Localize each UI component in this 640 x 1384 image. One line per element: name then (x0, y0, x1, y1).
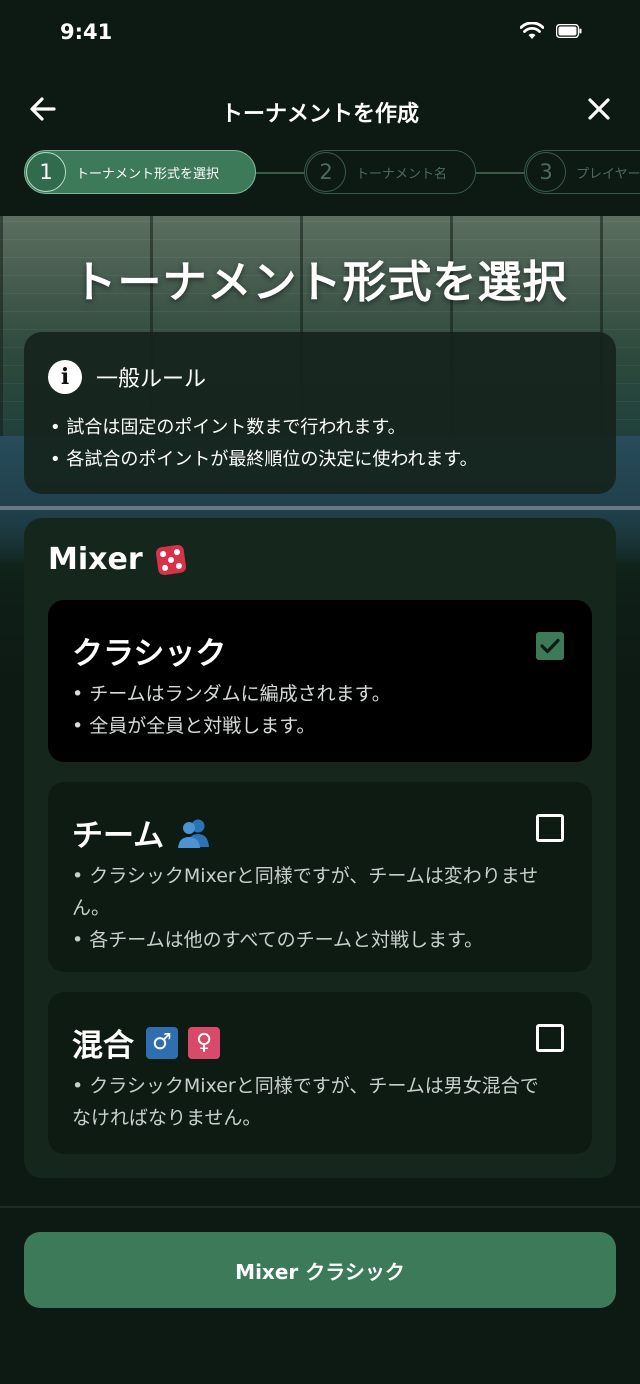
checkbox-unchecked[interactable] (536, 814, 564, 842)
step-label: トーナメント形式を選択 (76, 166, 220, 182)
status-icons (520, 22, 582, 40)
rules-item: • 試合は固定のポイント数まで行われます。 (50, 417, 406, 438)
info-icon: i (48, 360, 82, 394)
wifi-icon (520, 22, 544, 39)
option-desc-line: • 各チームは他のすべてのチームと対戦します。 (72, 929, 484, 951)
page-title: トーナメントを作成 (220, 102, 419, 127)
option-desc-line: • クラシックMixerと同様ですが、チームは変わりません。 (72, 865, 539, 919)
option-title-text: 混合 (72, 1028, 134, 1064)
rules-header: i 一般ルール (48, 360, 206, 394)
mixer-section: Mixer クラシック • チームはランダムに編成されます。 • 全員が全員と対… (24, 518, 616, 1178)
step-number: 1 (26, 152, 66, 192)
option-description: • クラシックMixerと同様ですが、チームは男女混合でなければなりません。 (72, 1070, 556, 1134)
section-title-text: Mixer (48, 542, 143, 577)
option-desc-line: • チームはランダムに編成されます。 (72, 683, 391, 705)
option-description: • チームはランダムに編成されます。 • 全員が全員と対戦します。 (72, 678, 556, 742)
male-sign-icon: ♂ (146, 1026, 178, 1059)
checkbox-checked[interactable] (536, 632, 564, 660)
rules-card: i 一般ルール • 試合は固定のポイント数まで行われます。 • 各試合のポイント… (24, 332, 616, 494)
checkbox-unchecked[interactable] (536, 1024, 564, 1052)
hero-court-line (0, 506, 640, 510)
bottom-divider (0, 1206, 640, 1208)
rules-list: • 試合は固定のポイント数まで行われます。 • 各試合のポイントが最終順位の決定… (50, 412, 478, 476)
rules-item: • 各試合のポイントが最終順位の決定に使われます。 (50, 449, 478, 470)
section-title: Mixer (48, 542, 187, 577)
dice-icon (154, 543, 187, 576)
option-team[interactable]: チーム • クラシックMixerと同様ですが、チームは変わりません。 • 各チー… (48, 782, 592, 972)
step-3[interactable]: 3 プレイヤー (524, 150, 640, 194)
step-1[interactable]: 1 トーナメント形式を選択 (24, 150, 256, 194)
status-time: 9:41 (60, 20, 113, 44)
step-connector (256, 172, 304, 174)
option-description: • クラシックMixerと同様ですが、チームは変わりません。 • 各チームは他の… (72, 860, 556, 956)
rules-title: 一般ルール (96, 367, 207, 392)
step-number: 2 (306, 152, 346, 192)
option-title: 混合 ♂ ♀ (72, 1020, 220, 1065)
people-icon (178, 819, 210, 848)
nav-bar: トーナメントを作成 (0, 80, 640, 138)
step-connector (476, 172, 524, 174)
step-label: プレイヤー (576, 166, 640, 182)
option-desc-line: • 全員が全員と対戦します。 (72, 715, 316, 737)
stepper: 1 トーナメント形式を選択 2 トーナメント名 3 プレイヤー (0, 148, 640, 200)
option-title: チーム (72, 810, 212, 855)
female-sign-icon: ♀ (188, 1026, 220, 1059)
step-label: トーナメント名 (356, 166, 448, 182)
step-number: 3 (526, 152, 566, 192)
option-title-text: クラシック (72, 636, 227, 672)
hero-title: トーナメント形式を選択 (72, 257, 568, 308)
battery-icon (556, 24, 582, 38)
continue-button[interactable]: Mixer クラシック (24, 1232, 616, 1308)
checkmark-icon (540, 638, 560, 654)
close-icon[interactable] (582, 92, 616, 126)
option-classic[interactable]: クラシック • チームはランダムに編成されます。 • 全員が全員と対戦します。 (48, 600, 592, 762)
option-desc-line: • クラシックMixerと同様ですが、チームは男女混合でなければなりません。 (72, 1075, 539, 1129)
option-title-text: チーム (72, 818, 165, 854)
status-bar: 9:41 (0, 0, 640, 66)
step-2[interactable]: 2 トーナメント名 (304, 150, 476, 194)
option-mixed[interactable]: 混合 ♂ ♀ • クラシックMixerと同様ですが、チームは男女混合でなければな… (48, 992, 592, 1154)
option-title: クラシック (72, 628, 226, 673)
